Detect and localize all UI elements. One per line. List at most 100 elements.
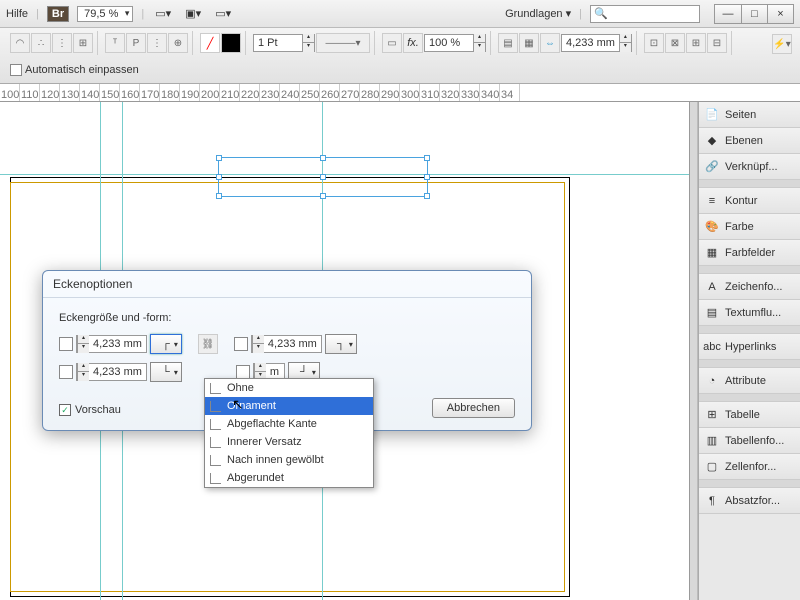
ruler-tick: 110 (20, 84, 40, 101)
corner-tr-shape-dropdown[interactable]: ┐ (325, 334, 357, 354)
panel-item[interactable]: ▤ Textumflu... (699, 300, 800, 326)
panel-grip[interactable] (690, 102, 698, 600)
panel-item[interactable]: ▢ Zellenfor... (699, 454, 800, 480)
separator: | (579, 8, 582, 20)
panel-label: Textumflu... (725, 307, 781, 319)
dropdown-item[interactable]: Abgerundet (205, 469, 373, 487)
align-icon[interactable]: ▤ (498, 33, 518, 53)
corner-bl-icon (59, 365, 73, 379)
preview-checkbox[interactable]: ✓Vorschau (59, 404, 121, 416)
autofit-checkbox[interactable]: Automatisch einpassen (10, 64, 139, 76)
flash-icon[interactable]: ⚡▾ (772, 34, 792, 54)
panel-item[interactable]: ◔Attribute (699, 368, 800, 394)
panel-icon: abc (704, 339, 720, 355)
tool-icon[interactable]: ⊞ (73, 33, 93, 53)
panel-item[interactable]: ¶Absatzfor... (699, 488, 800, 514)
panel-item[interactable]: ⊞Tabelle (699, 402, 800, 428)
stroke-weight-input[interactable]: 1 Pt▴▾ (253, 34, 315, 52)
window-controls: — □ × (714, 4, 794, 24)
ruler-tick: 240 (280, 84, 300, 101)
maximize-button[interactable]: □ (741, 5, 767, 23)
panel-icon: ▢ (704, 459, 720, 475)
corner-size-label: Eckengröße und -form: (59, 312, 515, 324)
panel-label: Zellenfor... (725, 461, 776, 473)
tool-icon[interactable]: ⋮ (52, 33, 72, 53)
corner-tr-input[interactable]: ▴▾4,233 mm (251, 335, 322, 353)
panel-icon: ≡ (704, 193, 720, 209)
frame-icon[interactable]: ⊟ (707, 33, 727, 53)
tool-icon[interactable]: ◠ (10, 33, 30, 53)
dropdown-item[interactable]: Ornament (205, 397, 373, 415)
stroke-style-dropdown[interactable]: ———▾ (316, 33, 370, 53)
corner-shape-dropdown-list: OhneOrnamentAbgeflachte KanteInnerer Ver… (204, 378, 374, 488)
panel-item[interactable]: 🎨Farbe (699, 214, 800, 240)
fit-icon[interactable]: ⇔ (540, 33, 560, 53)
corner-br-icon (236, 365, 250, 379)
size-input[interactable]: 4,233 mm▴▾ (561, 34, 632, 52)
panel-icon: ▤ (704, 305, 720, 321)
frame-icon[interactable]: ⊠ (665, 33, 685, 53)
dropdown-item[interactable]: Innerer Versatz (205, 433, 373, 451)
panel-icon: ⊞ (704, 407, 720, 423)
ruler-tick: 150 (100, 84, 120, 101)
help-menu[interactable]: Hilfe (6, 8, 28, 20)
search-input[interactable]: 🔍 (590, 5, 700, 23)
ruler-tick: 140 (80, 84, 100, 101)
tool-icon[interactable]: P (126, 33, 146, 53)
corner-bl-input[interactable]: ▴▾4,233 mm (76, 363, 147, 381)
panel-icon: 🎨 (704, 219, 720, 235)
ruler-tick: 170 (140, 84, 160, 101)
panel-item[interactable]: ▦Farbfelder (699, 240, 800, 266)
corner-tl-shape-dropdown[interactable]: ┌ (150, 334, 182, 354)
tool-icon[interactable]: ⊕ (168, 33, 188, 53)
bridge-button[interactable]: Br (47, 6, 69, 22)
panel-label: Absatzfor... (725, 495, 780, 507)
stroke-none-icon[interactable]: ╱ (200, 33, 220, 53)
arrange-icon[interactable]: ▭▾ (212, 3, 234, 25)
scale-input[interactable]: 100 %▴▾ (424, 34, 486, 52)
selected-frame[interactable] (218, 157, 428, 197)
corner-tl-input[interactable]: ▴▾4,233 mm (76, 335, 147, 353)
screen-mode-icon[interactable]: ▣▾ (182, 3, 204, 25)
panel-item[interactable]: 🔗 Verknüpf... (699, 154, 800, 180)
dropdown-item[interactable]: Ohne (205, 379, 373, 397)
corner-bl-shape-dropdown[interactable]: └ (150, 362, 182, 382)
panel-separator (699, 326, 800, 334)
ruler-tick: 180 (160, 84, 180, 101)
tool-icon[interactable]: ⋮ (147, 33, 167, 53)
panel-icon: A (704, 279, 720, 295)
workspace-switcher[interactable]: Grundlagen ▾ (505, 7, 571, 20)
panel-separator (699, 360, 800, 368)
zoom-level[interactable]: 79,5 % (77, 6, 133, 22)
panel-item[interactable]: ≡ Kontur (699, 188, 800, 214)
ruler-tick: 290 (380, 84, 400, 101)
panel-icon: 🔗 (704, 159, 720, 175)
fill-swatch[interactable] (221, 33, 241, 53)
close-button[interactable]: × (767, 5, 793, 23)
minimize-button[interactable]: — (715, 5, 741, 23)
panel-item[interactable]: AZeichenfo... (699, 274, 800, 300)
link-corners-icon[interactable]: ⛓ (198, 334, 218, 354)
fx-icon[interactable]: ▭ (382, 33, 402, 53)
tool-icon[interactable]: ∴ (31, 33, 51, 53)
panel-label: Kontur (725, 195, 757, 207)
fx-button[interactable]: fx. (403, 33, 423, 53)
panel-item[interactable]: abcHyperlinks (699, 334, 800, 360)
panel-label: Verknüpf... (725, 161, 778, 173)
dialog-title: Eckenoptionen (43, 271, 531, 298)
horizontal-ruler: 1001101201301401501601701801902002102202… (0, 84, 800, 102)
align-icon[interactable]: ▦ (519, 33, 539, 53)
panel-label: Farbfelder (725, 247, 775, 259)
frame-icon[interactable]: ⊡ (644, 33, 664, 53)
frame-icon[interactable]: ⊞ (686, 33, 706, 53)
cancel-button[interactable]: Abbrechen (432, 398, 515, 418)
panel-item[interactable]: ◆Ebenen (699, 128, 800, 154)
panel-icon: ▥ (704, 433, 720, 449)
panel-icon: 📄 (704, 107, 720, 123)
panel-item[interactable]: 📄Seiten (699, 102, 800, 128)
view-options-icon[interactable]: ▭▾ (152, 3, 174, 25)
panel-item[interactable]: ▥Tabellenfo... (699, 428, 800, 454)
dropdown-item[interactable]: Abgeflachte Kante (205, 415, 373, 433)
tool-icon[interactable]: ᵀ (105, 33, 125, 53)
dropdown-item[interactable]: Nach innen gewölbt (205, 451, 373, 469)
